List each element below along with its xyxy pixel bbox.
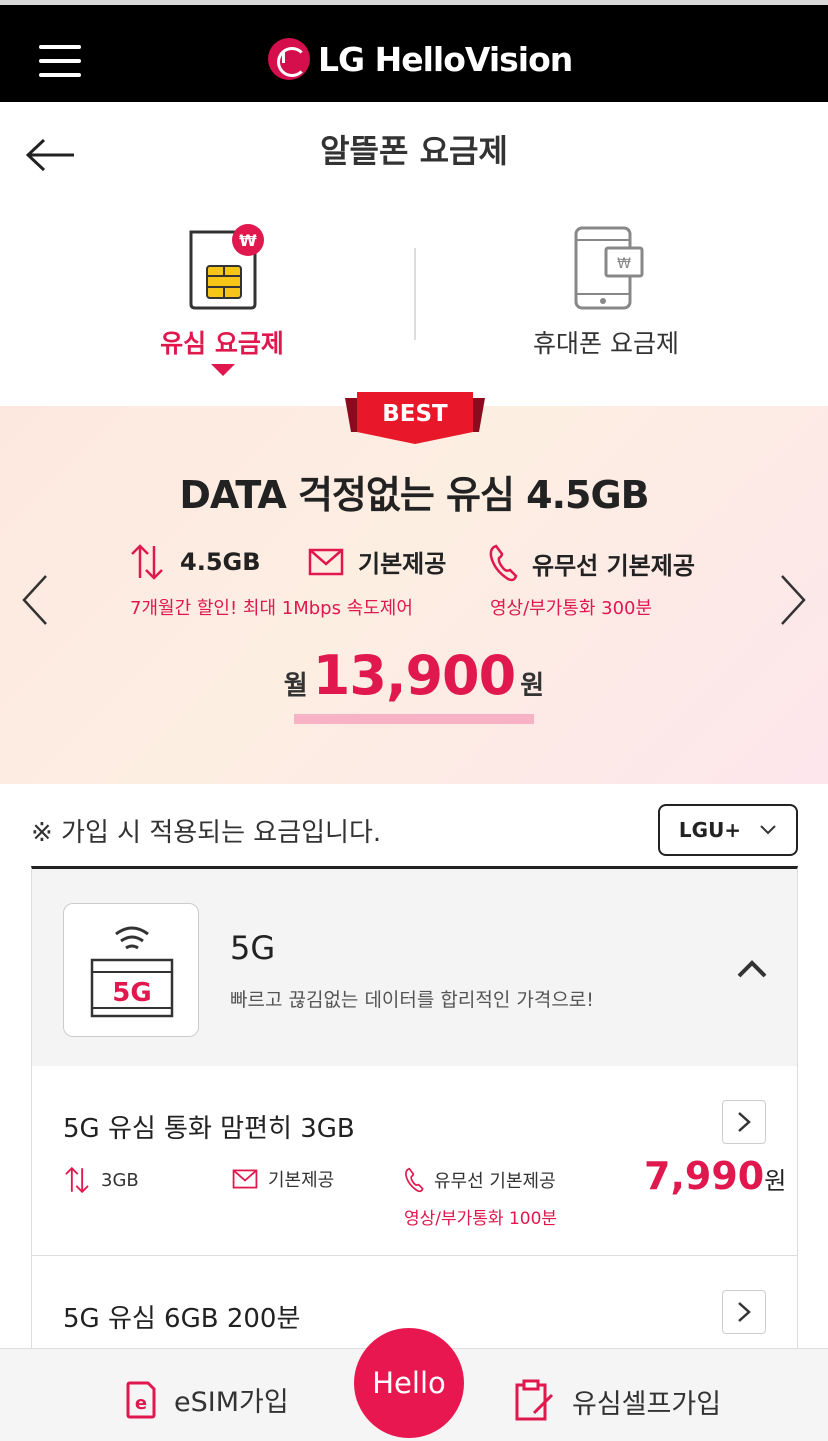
group-subtitle: 빠르고 끊김없는 데이터를 합리적인 가격으로!	[230, 989, 594, 1011]
plan-price-unit: 원	[764, 1167, 787, 1195]
esim-signup-button[interactable]: e eSIM가입	[124, 1379, 289, 1419]
plan-detail-button[interactable]	[722, 1290, 766, 1334]
page-title: 알뜰폰 요금제	[320, 132, 508, 170]
plan-type-tabs: ₩ 유심 요금제 ₩ 휴대폰 요금제	[0, 210, 828, 380]
usim-self-signup-label: 유심셀프가입	[572, 1388, 722, 1420]
plan-price: 7,990원	[644, 1154, 786, 1198]
lg-logo-icon	[268, 38, 310, 80]
usim-self-signup-button[interactable]: 유심셀프가입	[514, 1379, 721, 1423]
plan-data: 3GB	[63, 1166, 139, 1194]
chevron-right-icon	[738, 1302, 751, 1322]
brand-logo[interactable]: LG HelloVision	[268, 37, 573, 81]
carrier-selected: LGU+	[678, 818, 742, 842]
banner-title: DATA 걱정없는 유심 4.5GB	[179, 473, 649, 517]
price-suffix: 원	[520, 671, 545, 701]
svg-text:₩: ₩	[617, 256, 631, 272]
best-badge: BEST	[382, 401, 448, 427]
phone-call-icon	[489, 544, 518, 582]
5g-sim-icon	[90, 926, 174, 1018]
plan-call: 유무선 기본제공	[404, 1166, 556, 1194]
plan-price-value: 7,990	[644, 1154, 765, 1198]
best-plan-banner[interactable]: BEST DATA 걱정없는 유심 4.5GB 4.5GB 기본제공 유무선 기…	[0, 392, 828, 784]
feature-data-label: 4.5GB	[180, 548, 261, 576]
plan-call-note: 영상/부가통화 100분	[404, 1209, 558, 1229]
esim-signup-label: eSIM가입	[174, 1386, 289, 1418]
chevron-right-icon	[738, 1112, 751, 1132]
mail-icon	[308, 548, 344, 575]
plan-item[interactable]: 5G 유심 통화 맘편히 3GB 3GB 기본제공 유무선 기본제공 영상/부가…	[31, 1066, 798, 1256]
data-note: 7개월간 할인! 최대 1Mbps 속도제어	[130, 598, 413, 619]
plan-detail-button[interactable]	[722, 1100, 766, 1144]
esim-icon: e	[126, 1381, 156, 1419]
phone-icon: ₩	[574, 226, 644, 310]
tab-phone-label: 휴대폰 요금제	[533, 329, 679, 358]
feature-call: 유무선 기본제공	[488, 544, 695, 582]
phone-call-icon	[405, 1167, 424, 1193]
plan-data-label: 3GB	[101, 1169, 139, 1191]
price-value: 13,900	[312, 644, 516, 707]
data-arrows-icon	[65, 1166, 89, 1194]
carrier-select[interactable]: LGU+	[658, 804, 798, 856]
svg-text:e: e	[135, 1393, 147, 1414]
hello-chat-button[interactable]: Hello	[354, 1328, 464, 1438]
plan-name: 5G 유심 통화 맘편히 3GB	[63, 1114, 355, 1144]
plan-sms: 기본제공	[232, 1166, 334, 1192]
plan-sms-label: 기본제공	[268, 1170, 335, 1191]
price-underline	[294, 714, 534, 724]
tab-divider	[414, 248, 416, 340]
brand-name: LG HelloVision	[318, 39, 573, 79]
hamburger-icon[interactable]	[39, 45, 81, 79]
active-tab-indicator	[211, 364, 235, 376]
tab-usim[interactable]: ₩ 유심 요금제	[72, 210, 372, 360]
mail-icon	[232, 1169, 258, 1189]
notice-text: ※ 가입 시 적용되는 요금입니다.	[31, 818, 382, 848]
clipboard-edit-icon	[515, 1379, 554, 1421]
chevron-right-icon[interactable]	[778, 574, 808, 626]
top-bar: LG HelloVision	[0, 0, 828, 102]
svg-text:₩: ₩	[239, 231, 257, 250]
plan-group-5g[interactable]: 5G 5G 빠르고 끊김없는 데이터를 합리적인 가격으로!	[31, 866, 798, 1066]
5g-icon-label: 5G	[112, 978, 152, 1008]
price-prefix: 월	[283, 671, 308, 701]
chevron-down-icon	[760, 825, 776, 835]
tab-phone[interactable]: ₩ 휴대폰 요금제	[456, 210, 756, 360]
feature-data: 4.5GB	[128, 544, 261, 580]
usim-card-icon: ₩	[189, 224, 264, 310]
group-icon-box: 5G	[63, 903, 199, 1037]
chevron-up-icon[interactable]	[736, 959, 768, 979]
plan-call-label: 유무선 기본제공	[434, 1171, 556, 1192]
plan-name: 5G 유심 6GB 200분	[63, 1304, 301, 1334]
data-arrows-icon	[131, 544, 163, 580]
group-title: 5G	[230, 929, 276, 967]
tab-usim-label: 유심 요금제	[160, 329, 284, 358]
feature-call-label: 유무선 기본제공	[532, 551, 695, 580]
banner-price: 월 13,900 원	[0, 644, 828, 707]
feature-sms: 기본제공	[308, 544, 446, 579]
call-note: 영상/부가통화 300분	[490, 598, 653, 619]
page-header: 알뜰폰 요금제	[0, 102, 828, 198]
chevron-left-icon[interactable]	[20, 574, 50, 626]
feature-sms-label: 기본제공	[358, 550, 447, 578]
